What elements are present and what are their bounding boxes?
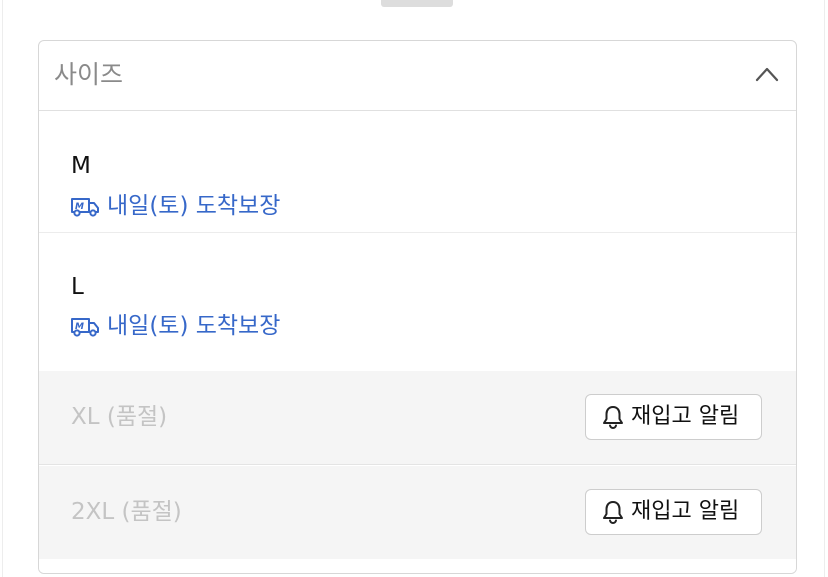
delivery-info: M 내일(토) 도착보장	[70, 311, 280, 341]
dropdown-title: 사이즈	[54, 60, 124, 89]
drag-handle[interactable]	[381, 0, 453, 7]
bell-icon	[603, 501, 623, 525]
delivery-guarantee-text: 내일(토) 도착보장	[107, 313, 281, 339]
dropdown-bottom-padding	[39, 559, 796, 573]
svg-text:M: M	[75, 322, 84, 332]
bottom-sheet: 사이즈 M M 내일(토) 도착보장 L M 내일(토) 도착보장 XL (품절…	[2, 0, 825, 577]
delivery-info: M 내일(토) 도착보장	[70, 191, 280, 221]
chevron-up-icon[interactable]	[755, 66, 779, 82]
soldout-size-label: 2XL (품절)	[71, 499, 182, 525]
size-option-l[interactable]: L M 내일(토) 도착보장	[39, 234, 796, 356]
delivery-guarantee-text: 내일(토) 도착보장	[107, 193, 281, 219]
restock-alert-label: 재입고 알림	[631, 499, 740, 524]
delivery-truck-icon: M	[71, 318, 99, 337]
delivery-truck-icon: M	[71, 198, 99, 217]
size-label: L	[71, 274, 84, 300]
size-dropdown-header[interactable]: 사이즈	[39, 41, 796, 111]
size-option-m[interactable]: M M 내일(토) 도착보장	[39, 111, 796, 233]
svg-text:M: M	[75, 202, 84, 212]
restock-alert-button[interactable]: 재입고 알림	[585, 489, 762, 535]
size-option-2xl: 2XL (품절) 재입고 알림	[39, 466, 796, 559]
size-label: M	[71, 153, 91, 179]
size-dropdown: 사이즈 M M 내일(토) 도착보장 L M 내일(토) 도착보장 XL (품절…	[38, 40, 797, 574]
